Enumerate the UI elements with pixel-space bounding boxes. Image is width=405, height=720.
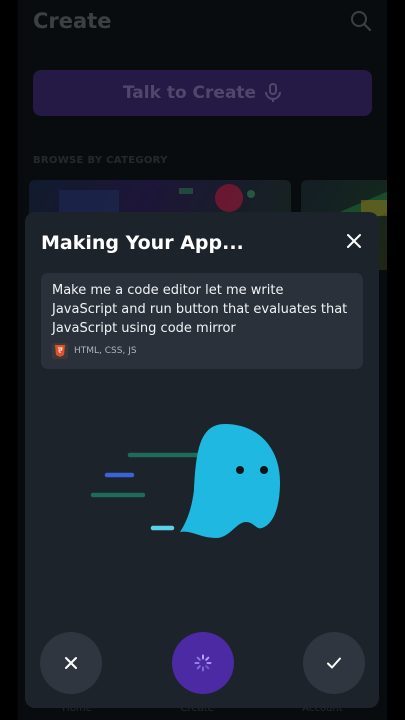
prompt-text: Make me a code editor let me write JavaS… xyxy=(52,283,348,336)
prompt-card: Make me a code editor let me write JavaS… xyxy=(41,273,363,369)
language-row: HTML, CSS, JS xyxy=(52,343,137,359)
x-icon xyxy=(65,657,77,669)
spinner-icon xyxy=(194,654,212,672)
loading-button[interactable] xyxy=(172,632,234,694)
ghost-icon xyxy=(90,424,280,538)
html5-icon xyxy=(52,343,68,359)
cancel-button[interactable] xyxy=(40,632,102,694)
check-icon xyxy=(327,657,341,669)
confirm-button[interactable] xyxy=(303,632,365,694)
modal-title: Making Your App... xyxy=(41,232,244,254)
language-list: HTML, CSS, JS xyxy=(74,346,137,356)
close-icon[interactable] xyxy=(345,232,363,250)
